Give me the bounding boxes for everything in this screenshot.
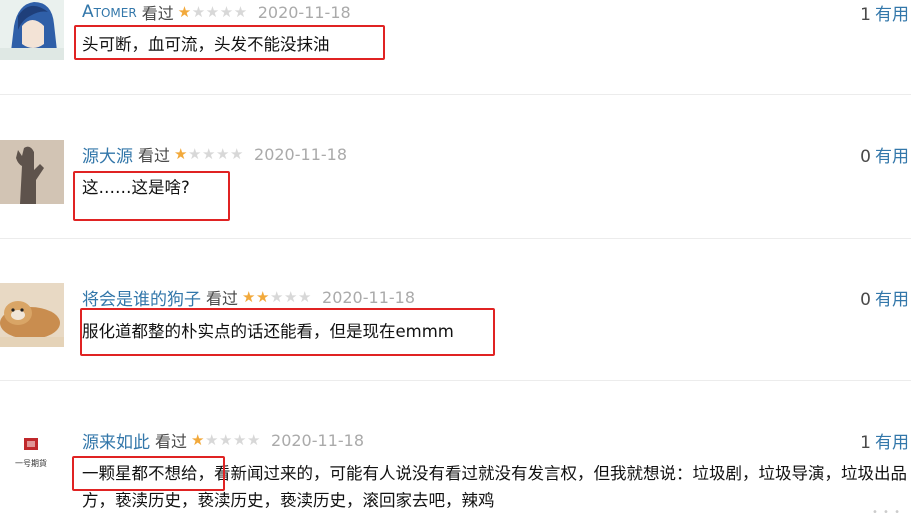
star-icon: ★ [242,288,256,306]
vote-count: 0 [860,290,871,310]
star-icon: ★ [202,145,216,163]
username-link[interactable]: 将会是谁的狗子 [82,285,201,310]
useful-button[interactable]: 有用 [875,433,909,453]
watched-label: 看过 [138,146,171,165]
star-icon: ★ [230,145,244,163]
username-link[interactable]: Atomer [82,2,137,22]
avatar[interactable] [0,283,64,347]
star-icon: ★ [177,3,192,21]
star-icon: ★ [205,3,220,21]
avatar[interactable]: 一号期貨 [0,428,64,492]
useful-button[interactable]: 有用 [875,290,909,310]
star-icon: ★ [247,431,261,449]
watched-label: 看过 [206,289,239,308]
useful-button[interactable]: 有用 [875,5,909,25]
avatar-text: 一号期貨 [15,458,47,468]
star-icon: ★ [219,431,233,449]
highlight-box [73,171,230,221]
star-icon: ★ [284,288,298,306]
review-date: 2020-11-18 [322,287,415,307]
review-meta: 将会是谁的狗子 看过 ★ ★ ★ ★ ★ 2020-11-18 [82,285,415,310]
review-meta: Atomer 看过 ★ ★ ★ ★ ★ 2020-11-18 [82,0,351,24]
useful-vote: 0 有用 [860,142,909,167]
watched-label: 看过 [155,432,188,451]
star-icon: ★ [256,288,270,306]
rating-stars: ★ ★ ★ ★ ★ [242,289,312,305]
rating-stars: ★ ★ ★ ★ ★ [178,4,248,20]
star-icon: ★ [191,3,206,21]
useful-vote: 1 有用 [860,428,909,453]
highlight-box [72,456,225,491]
highlight-box [80,308,495,356]
star-icon: ★ [188,145,202,163]
star-icon: ★ [216,145,230,163]
review-date: 2020-11-18 [257,2,351,22]
divider [0,380,911,381]
review-date: 2020-11-18 [254,144,347,164]
star-icon: ★ [219,3,234,21]
rating-stars: ★ ★ ★ ★ ★ [174,146,244,162]
avatar[interactable] [0,0,64,60]
highlight-box [74,25,385,60]
useful-button[interactable]: 有用 [875,147,909,167]
star-icon: ★ [191,431,205,449]
star-icon: ★ [298,288,312,306]
review-date: 2020-11-18 [271,430,364,450]
username-link[interactable]: 源大源 [82,142,133,167]
review-meta: 源来如此 看过 ★ ★ ★ ★ ★ 2020-11-18 [82,428,364,453]
avatar[interactable] [0,140,64,204]
useful-vote: 0 有用 [860,285,909,310]
rating-stars: ★ ★ ★ ★ ★ [191,432,261,448]
vote-count: 1 [860,5,871,25]
watched-label: 看过 [141,4,174,23]
vote-count: 0 [860,147,871,167]
star-icon: ★ [270,288,284,306]
star-icon: ★ [233,3,248,21]
star-icon: ★ [233,431,247,449]
divider [0,94,911,95]
star-icon: ★ [205,431,219,449]
divider [0,238,911,239]
review-meta: 源大源 看过 ★ ★ ★ ★ ★ 2020-11-18 [82,142,347,167]
star-icon: ★ [174,145,188,163]
vote-count: 1 [860,433,871,453]
username-link[interactable]: 源来如此 [82,428,150,453]
useful-vote: 1 有用 [860,0,909,25]
more-dots: • • • [871,507,901,518]
